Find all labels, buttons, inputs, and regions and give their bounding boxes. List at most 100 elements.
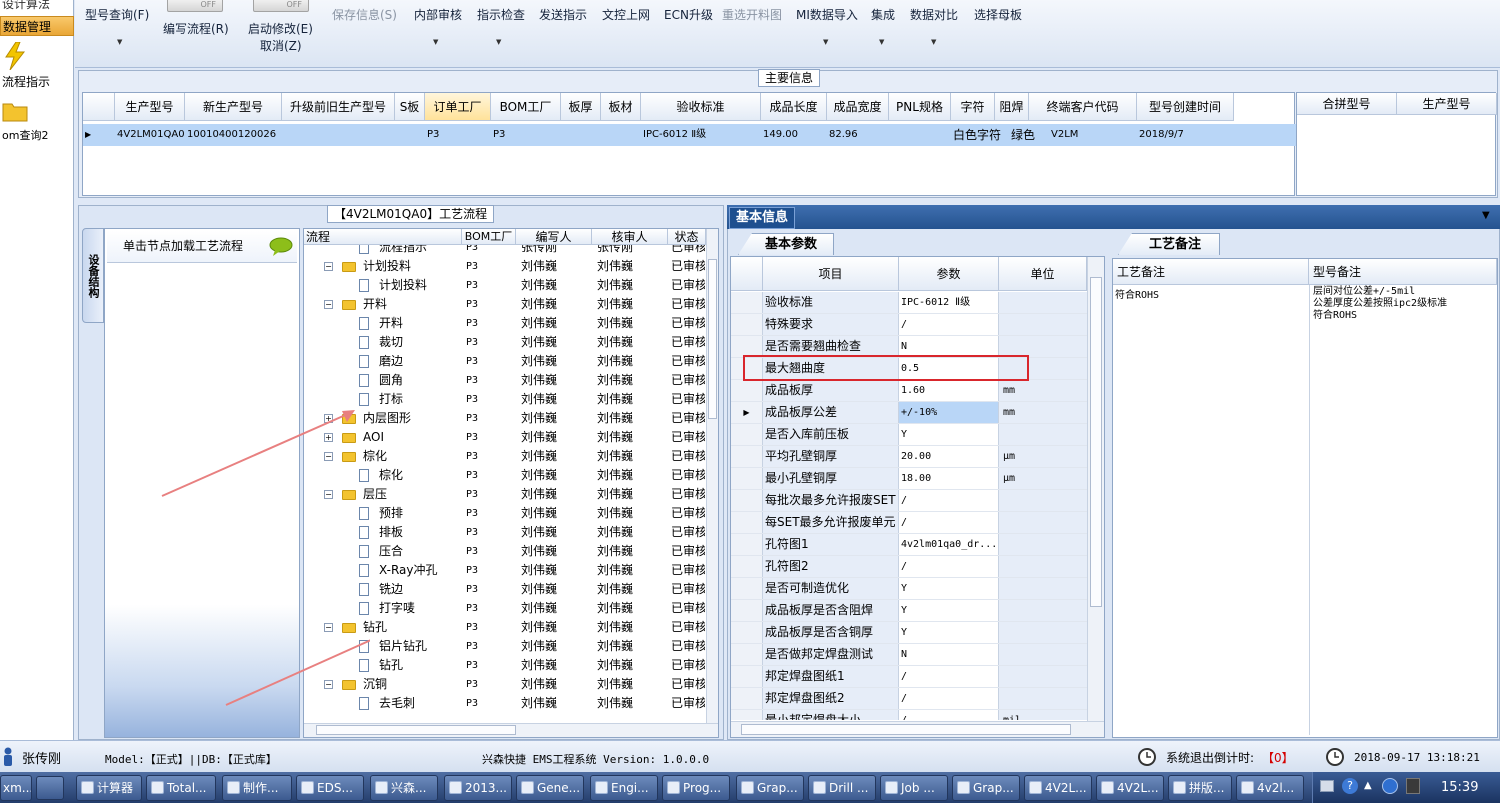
column-header[interactable]: 新生产型号: [185, 93, 282, 121]
column-header[interactable]: 板厚: [561, 93, 601, 121]
column-header[interactable]: 终端客户代码: [1029, 93, 1137, 121]
collapse-icon[interactable]: −: [324, 295, 333, 314]
param-value[interactable]: N: [899, 644, 999, 665]
tree-node-label[interactable]: 流程指示: [379, 245, 461, 257]
process-note-text[interactable]: 符合ROHS: [1115, 286, 1159, 301]
cell-order-factory[interactable]: P3: [427, 124, 439, 146]
tree-row[interactable]: 计划投料 P3 刘伟巍 刘伟巍 已审核: [304, 276, 706, 295]
tree-node-label[interactable]: 打标: [379, 390, 461, 409]
model-query-button[interactable]: 型号查询(F): [85, 6, 149, 23]
collapse-icon[interactable]: −: [324, 257, 333, 276]
param-value[interactable]: /: [899, 688, 999, 709]
tree-node-label[interactable]: 打字唛: [379, 599, 461, 618]
param-value[interactable]: Y: [899, 424, 999, 445]
tree-node-label[interactable]: 沉铜: [363, 675, 461, 694]
tree-row[interactable]: 流程指示 P3 张传刚 张传刚 已审核: [304, 245, 706, 257]
param-row[interactable]: 平均孔壁铜厚 20.00 μm: [731, 446, 1087, 468]
chevron-down-icon[interactable]: ▼: [433, 38, 438, 46]
param-value[interactable]: /: [899, 710, 999, 720]
param-row[interactable]: 是否可制造优化 Y: [731, 578, 1087, 600]
column-header[interactable]: 阻焊: [995, 93, 1029, 121]
cell-character[interactable]: 白色字符: [953, 124, 1001, 146]
lightning-icon[interactable]: [4, 41, 26, 71]
param-value[interactable]: 1.60: [899, 380, 999, 401]
taskbar-item[interactable]: Engi...: [590, 775, 658, 801]
tree-row[interactable]: 开料 P3 刘伟巍 刘伟巍 已审核: [304, 314, 706, 333]
column-header[interactable]: BOM工厂: [491, 93, 561, 121]
column-header[interactable]: 型号备注: [1309, 259, 1497, 285]
taskbar-item[interactable]: Job ...: [880, 775, 948, 801]
cell-created[interactable]: 2018/9/7: [1139, 124, 1184, 146]
taskbar-item[interactable]: Grap...: [952, 775, 1020, 801]
write-process-button[interactable]: 编写流程(R): [163, 20, 229, 37]
param-row[interactable]: 成品板厚是否含阻焊 Y: [731, 600, 1087, 622]
column-header[interactable]: 项目: [763, 257, 899, 291]
param-row[interactable]: 最小孔壁铜厚 18.00 μm: [731, 468, 1087, 490]
scrollbar-thumb[interactable]: [741, 724, 1071, 735]
tab-process-notes[interactable]: 工艺备注: [1118, 233, 1221, 255]
column-header[interactable]: 参数: [899, 257, 999, 291]
cell-width[interactable]: 82.96: [829, 124, 858, 146]
chevron-down-icon[interactable]: ▼: [117, 38, 122, 46]
param-value[interactable]: /: [899, 490, 999, 511]
taskbar-item[interactable]: 4V2L...: [1024, 775, 1092, 801]
tree-node-label[interactable]: AOI: [363, 428, 461, 447]
tab-basic-info[interactable]: 基本信息: [729, 207, 796, 229]
tree-node-label[interactable]: 棕化: [379, 466, 461, 485]
column-header[interactable]: 流程: [304, 229, 462, 245]
chevron-down-icon[interactable]: ▼: [931, 38, 936, 46]
chevron-down-icon[interactable]: ▼: [823, 38, 828, 46]
data-compare-button[interactable]: 数据对比: [910, 6, 958, 23]
param-row[interactable]: ▶ 成品板厚公差 +/-10% mm: [731, 402, 1087, 424]
cell-solder-mask[interactable]: 绿色: [1011, 124, 1035, 146]
chevron-down-icon[interactable]: ▼: [1482, 210, 1490, 221]
tree-node-label[interactable]: 预排: [379, 504, 461, 523]
params-horizontal-scrollbar[interactable]: [731, 721, 1104, 737]
param-row[interactable]: 最小邦定焊盘大小/mil: [731, 710, 1087, 720]
reselect-cutting-button[interactable]: 重选开料图: [722, 6, 782, 23]
taskbar-item[interactable]: Prog...: [662, 775, 730, 801]
param-value[interactable]: /: [899, 314, 999, 335]
taskbar-item[interactable]: 兴森...: [370, 775, 438, 801]
column-header[interactable]: 成品宽度: [827, 93, 889, 121]
shield-icon[interactable]: [1406, 778, 1420, 794]
write-process-toggle[interactable]: OFF: [167, 0, 223, 12]
param-row[interactable]: 邦定焊盘图纸1/: [731, 666, 1087, 688]
taskbar-item[interactable]: Gene...: [516, 775, 584, 801]
param-row[interactable]: 孔符图1 4v2lm01qa0_dr...: [731, 534, 1087, 556]
tree-node-label[interactable]: 钻孔: [363, 618, 461, 637]
taskbar-item[interactable]: Total...: [146, 775, 216, 801]
tree-node-label[interactable]: 去毛刺: [379, 694, 461, 713]
ecn-upgrade-button[interactable]: ECN升级: [664, 6, 713, 23]
tree-node-label[interactable]: 铣边: [379, 580, 461, 599]
scrollbar-thumb[interactable]: [708, 259, 717, 419]
cell-customer-code[interactable]: V2LM: [1051, 124, 1078, 146]
column-header[interactable]: PNL规格: [889, 93, 951, 121]
taskbar-item[interactable]: Grap...: [736, 775, 804, 801]
param-value[interactable]: Y: [899, 622, 999, 643]
tree-node-label[interactable]: 钻孔: [379, 656, 461, 675]
tree-row[interactable]: 裁切 P3 刘伟巍 刘伟巍 已审核: [304, 333, 706, 352]
tree-row[interactable]: − 开料 P3 刘伟巍 刘伟巍 已审核: [304, 295, 706, 314]
taskbar-item[interactable]: EDS...: [296, 775, 364, 801]
tree-node-label[interactable]: 磨边: [379, 352, 461, 371]
tree-node-label[interactable]: 压合: [379, 542, 461, 561]
tree-row[interactable]: − 计划投料 P3 刘伟巍 刘伟巍 已审核: [304, 257, 706, 276]
nav-item-process-instruction[interactable]: 流程指示: [0, 72, 74, 92]
param-value[interactable]: +/-10%: [899, 402, 999, 423]
start-edit-button[interactable]: 启动修改(E): [248, 20, 313, 37]
taskbar-item[interactable]: xm...: [0, 775, 32, 801]
column-header[interactable]: 工艺备注: [1113, 259, 1309, 285]
column-header[interactable]: 生产型号: [115, 93, 185, 121]
param-value[interactable]: Y: [899, 600, 999, 621]
cell-model[interactable]: 4V2LM01QA0: [117, 124, 185, 146]
param-value[interactable]: 4v2lm01qa0_dr...: [899, 534, 999, 555]
tree-node-label[interactable]: 圆角: [379, 371, 461, 390]
cell-length[interactable]: 149.00: [763, 124, 798, 146]
table-row[interactable]: ▶ 4V2LM01QA0 10010400120026 P3 P3 IPC-60…: [83, 124, 1296, 146]
tree-row[interactable]: 磨边 P3 刘伟巍 刘伟巍 已审核: [304, 352, 706, 371]
taskbar-item[interactable]: 拼版...: [1168, 775, 1232, 801]
param-row[interactable]: 每批次最多允许报废SET /: [731, 490, 1087, 512]
send-instruction-button[interactable]: 发送指示: [539, 6, 587, 23]
taskbar-item[interactable]: 2013...: [444, 775, 512, 801]
